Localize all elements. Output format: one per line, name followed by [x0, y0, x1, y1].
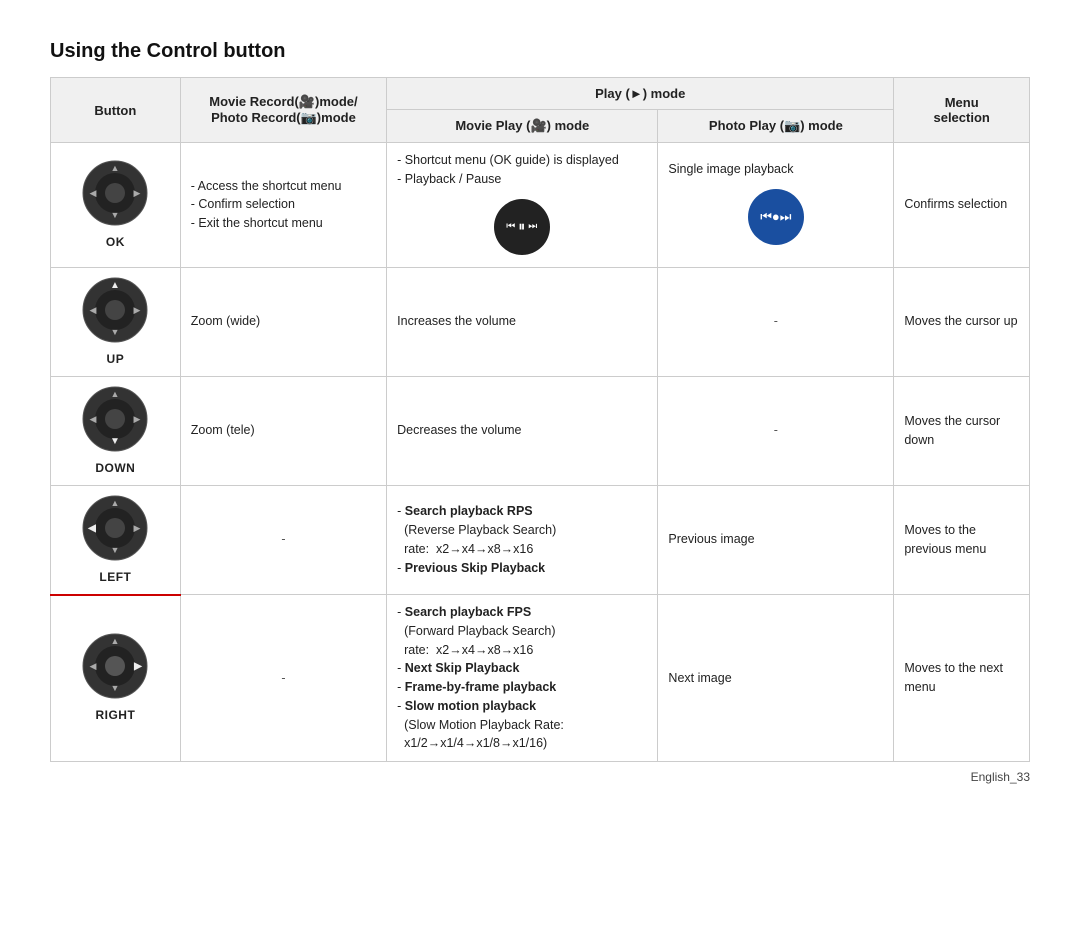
- svg-text:▼: ▼: [111, 545, 120, 555]
- svg-text:◀: ◀: [90, 305, 97, 315]
- row-up: ▲ ▼ ◀ ▶ UP Zoom (wide) Increases the vol…: [51, 267, 1030, 376]
- ok-movie-record: - Access the shortcut menu - Confirm sel…: [180, 143, 386, 268]
- header-movie-play: Movie Play (🎥) mode: [387, 110, 658, 143]
- svg-text:▶: ▶: [134, 414, 141, 424]
- button-ok-cell: ▲ ▼ ◀ ▶ OK: [51, 143, 181, 268]
- up-photo-play: -: [658, 267, 894, 376]
- svg-text:▼: ▼: [110, 436, 120, 447]
- header-movie-record: Movie Record(🎥)mode/Photo Record(📷)mode: [180, 78, 386, 143]
- right-menu: Moves to the next menu: [894, 595, 1030, 762]
- down-menu: Moves the cursor down: [894, 376, 1030, 485]
- right-button-icon: ▲ ▼ ◀ ▶: [81, 632, 149, 700]
- right-movie-record: -: [180, 595, 386, 762]
- svg-text:▶: ▶: [134, 523, 141, 533]
- svg-text:▲: ▲: [111, 498, 120, 508]
- svg-text:◀: ◀: [90, 661, 97, 671]
- up-button-icon: ▲ ▼ ◀ ▶: [81, 276, 149, 344]
- right-label: RIGHT: [95, 706, 135, 724]
- ok-label: OK: [106, 233, 125, 251]
- svg-text:◀: ◀: [88, 523, 97, 534]
- button-up-cell: ▲ ▼ ◀ ▶ UP: [51, 267, 181, 376]
- svg-text:▲: ▲: [111, 163, 120, 173]
- left-button-icon: ▲ ▼ ◀ ▶: [81, 494, 149, 562]
- header-play-mode: Play (►) mode: [387, 78, 894, 110]
- down-movie-play: Decreases the volume: [387, 376, 658, 485]
- ok-button-icon: ▲ ▼ ◀ ▶: [81, 159, 149, 227]
- svg-text:▼: ▼: [111, 683, 120, 693]
- footer: English_33: [50, 770, 1030, 784]
- svg-text:◀: ◀: [90, 188, 97, 198]
- button-down-cell: ▲ ▼ ◀ ▶ DOWN: [51, 376, 181, 485]
- row-down: ▲ ▼ ◀ ▶ DOWN Zoom (tele) Decreases the v…: [51, 376, 1030, 485]
- button-right-cell: ▲ ▼ ◀ ▶ RIGHT: [51, 595, 181, 762]
- button-left-cell: ▲ ▼ ◀ ▶ LEFT: [51, 485, 181, 595]
- ok-movie-play: - Shortcut menu (OK guide) is displayed …: [387, 143, 658, 268]
- up-movie-record: Zoom (wide): [180, 267, 386, 376]
- left-photo-play: Previous image: [658, 485, 894, 595]
- svg-text:▼: ▼: [111, 210, 120, 220]
- header-menu: Menuselection: [894, 78, 1030, 143]
- down-photo-play: -: [658, 376, 894, 485]
- svg-text:◀: ◀: [90, 414, 97, 424]
- down-movie-record: Zoom (tele): [180, 376, 386, 485]
- svg-text:▲: ▲: [110, 280, 120, 291]
- page-title: Using the Control button: [50, 40, 1030, 63]
- row-ok: ▲ ▼ ◀ ▶ OK - Access the shortcut menu - …: [51, 143, 1030, 268]
- row-right: ▲ ▼ ◀ ▶ RIGHT - - Search playback FPS (F…: [51, 595, 1030, 762]
- ok-photo-play: Single image playback ⏮●⏭: [658, 143, 894, 268]
- svg-text:▶: ▶: [134, 661, 144, 672]
- down-button-icon: ▲ ▼ ◀ ▶: [81, 385, 149, 453]
- left-movie-play: - Search playback RPS (Reverse Playback …: [387, 485, 658, 595]
- header-button: Button: [51, 78, 181, 143]
- left-movie-record: -: [180, 485, 386, 595]
- up-menu: Moves the cursor up: [894, 267, 1030, 376]
- right-photo-play: Next image: [658, 595, 894, 762]
- up-label: UP: [107, 350, 125, 368]
- svg-text:▶: ▶: [134, 305, 141, 315]
- svg-text:▲: ▲: [111, 636, 120, 646]
- header-photo-play: Photo Play (📷) mode: [658, 110, 894, 143]
- down-label: DOWN: [95, 459, 135, 477]
- row-left: ▲ ▼ ◀ ▶ LEFT - - Search playback RPS (Re…: [51, 485, 1030, 595]
- svg-text:▶: ▶: [134, 188, 141, 198]
- svg-text:▲: ▲: [111, 389, 120, 399]
- up-movie-play: Increases the volume: [387, 267, 658, 376]
- svg-text:▼: ▼: [111, 327, 120, 337]
- left-menu: Moves to the previous menu: [894, 485, 1030, 595]
- control-button-table: Button Movie Record(🎥)mode/Photo Record(…: [50, 77, 1030, 762]
- left-label: LEFT: [99, 568, 131, 586]
- right-movie-play: - Search playback FPS (Forward Playback …: [387, 595, 658, 762]
- ok-menu: Confirms selection: [894, 143, 1030, 268]
